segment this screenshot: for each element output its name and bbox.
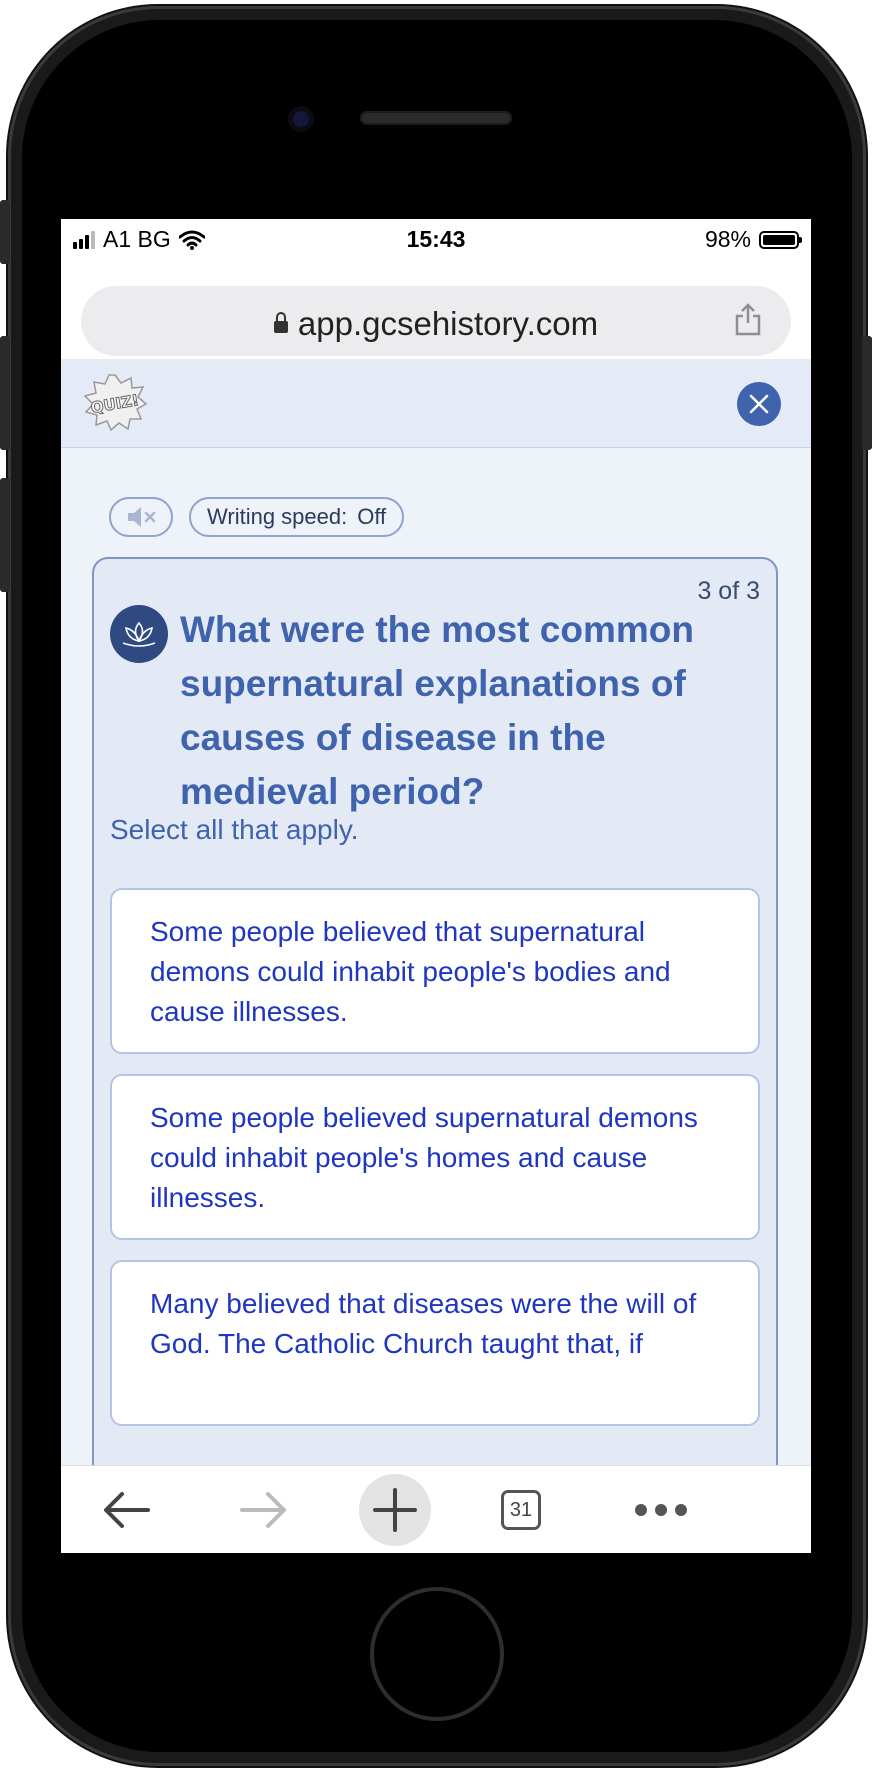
screen: A1 BG 15:43 98% app.gcsehistory.com QUIZ… bbox=[61, 219, 811, 1553]
share-icon[interactable] bbox=[733, 302, 763, 336]
status-bar: A1 BG 15:43 98% bbox=[61, 219, 811, 259]
question-counter: 3 of 3 bbox=[697, 577, 760, 605]
side-button-power bbox=[862, 336, 872, 450]
answer-option[interactable]: Some people believed that supernatural d… bbox=[110, 888, 760, 1054]
answer-option[interactable]: Many believed that diseases were the wil… bbox=[110, 1260, 760, 1426]
arrow-left-icon bbox=[104, 1492, 150, 1528]
writing-speed-label: Writing speed: bbox=[207, 504, 348, 529]
more-dots-icon bbox=[635, 1504, 687, 1516]
clock: 15:43 bbox=[406, 226, 466, 252]
mute-toggle[interactable] bbox=[109, 497, 173, 537]
question-card: 3 of 3 What were the most common superna… bbox=[92, 557, 778, 1553]
new-tab-button[interactable] bbox=[345, 1466, 445, 1553]
arrow-right-icon bbox=[240, 1492, 286, 1528]
url-text: app.gcsehistory.com bbox=[297, 305, 599, 342]
quiz-controls: Writing speed: Off bbox=[109, 497, 405, 537]
front-camera bbox=[288, 106, 314, 132]
quiz-header: QUIZ! bbox=[61, 359, 811, 448]
url-display: app.gcsehistory.com bbox=[81, 305, 791, 343]
tabs-count: 31 bbox=[501, 1490, 541, 1530]
side-button-volume-down bbox=[0, 478, 10, 592]
tabs-button[interactable]: 31 bbox=[481, 1466, 561, 1553]
close-button[interactable] bbox=[737, 382, 781, 426]
question-category-badge bbox=[110, 605, 168, 663]
lotus-icon bbox=[122, 621, 156, 647]
speaker-muted-icon bbox=[128, 507, 156, 527]
more-menu-button[interactable] bbox=[601, 1466, 721, 1553]
plus-icon bbox=[373, 1488, 417, 1532]
status-right: 98% bbox=[704, 226, 802, 253]
back-button[interactable] bbox=[81, 1466, 171, 1553]
browser-address-area: app.gcsehistory.com bbox=[61, 259, 811, 360]
battery-icon bbox=[759, 230, 802, 249]
lock-icon bbox=[273, 312, 288, 333]
answer-option[interactable]: Some people believed supernatural demons… bbox=[110, 1074, 760, 1240]
side-button-volume-up bbox=[0, 336, 10, 450]
close-icon bbox=[749, 394, 769, 414]
writing-speed-toggle[interactable]: Writing speed: Off bbox=[189, 497, 405, 537]
new-tab-circle bbox=[359, 1474, 431, 1546]
battery-percent: 98% bbox=[704, 226, 751, 252]
forward-button[interactable] bbox=[219, 1466, 309, 1553]
browser-toolbar: 31 bbox=[61, 1465, 811, 1553]
question-text: What were the most common supernatural e… bbox=[180, 609, 694, 812]
earpiece-speaker bbox=[360, 111, 512, 125]
writing-speed-value: Off bbox=[357, 504, 387, 529]
address-bar[interactable]: app.gcsehistory.com bbox=[81, 286, 791, 356]
quiz-logo: QUIZ! bbox=[83, 374, 147, 431]
home-button[interactable] bbox=[370, 1587, 504, 1721]
side-button-mute bbox=[0, 200, 10, 264]
instruction-text: Select all that apply. bbox=[110, 814, 359, 845]
